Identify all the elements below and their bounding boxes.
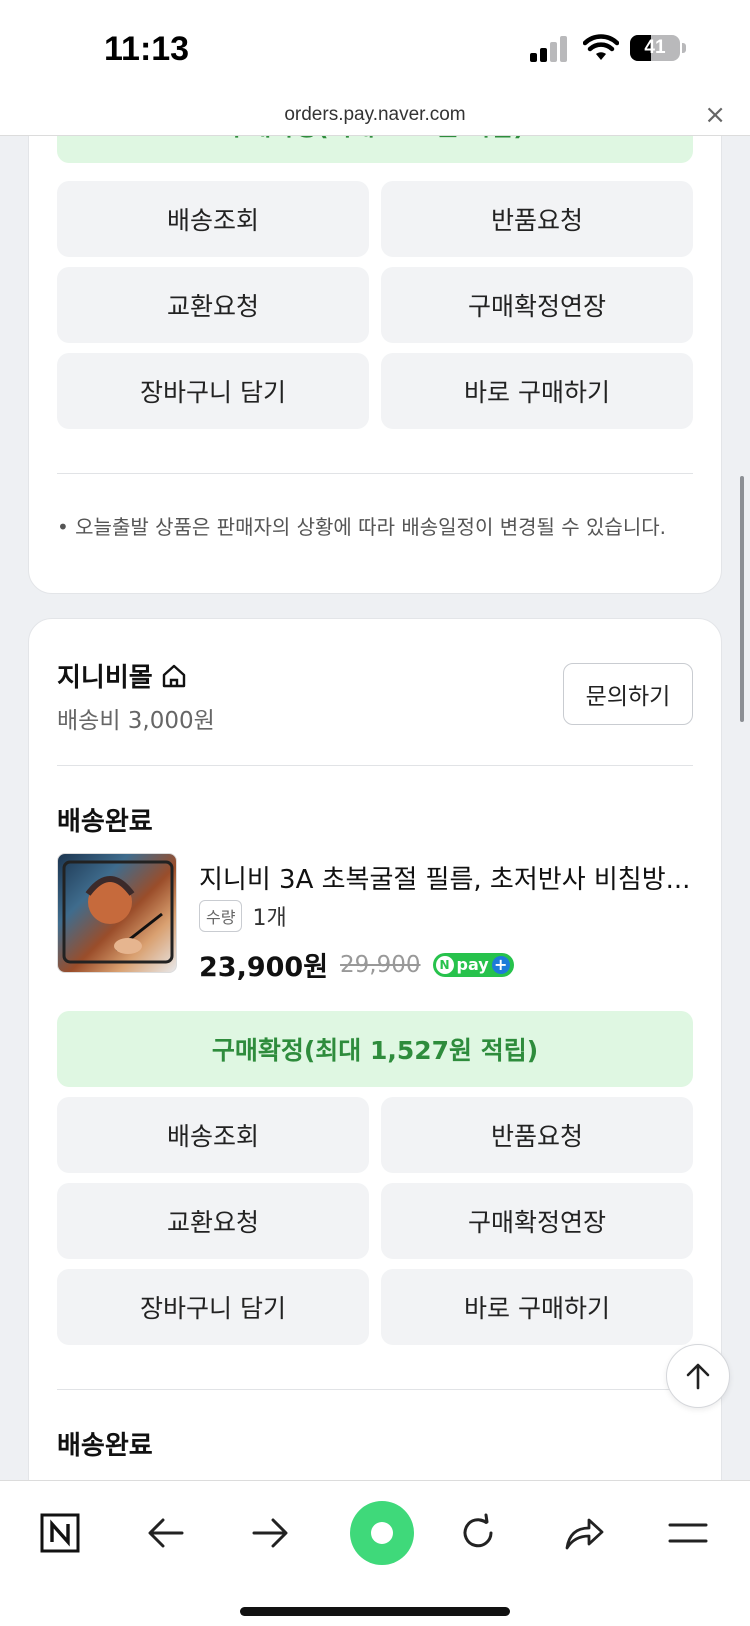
confirm-purchase-button[interactable]: 구매확정(최대 829원 적립) xyxy=(57,136,693,163)
order-card: 지니비몰 배송비 3,000원 문의하기 배송완료 지니비 3A 초복굴절 필름… xyxy=(28,618,722,1480)
seller-name[interactable]: 지니비몰 xyxy=(57,657,187,694)
track-delivery-button[interactable]: 배송조회 xyxy=(57,1097,369,1173)
share-icon[interactable] xyxy=(558,1507,610,1559)
battery-level: 41 xyxy=(644,37,666,58)
green-dot-icon[interactable] xyxy=(348,1499,416,1567)
npay-badge-text: pay xyxy=(456,955,489,974)
buy-now-button[interactable]: 바로 구매하기 xyxy=(381,353,693,429)
add-to-cart-button[interactable]: 장바구니 담기 xyxy=(57,1269,369,1345)
naver-home-icon[interactable] xyxy=(34,1507,86,1559)
divider xyxy=(57,1389,693,1390)
add-to-cart-button[interactable]: 장바구니 담기 xyxy=(57,353,369,429)
product-name[interactable]: 지니비 3A 초복굴절 필름, 초저반사 비침방... xyxy=(199,859,690,896)
status-bar: 11:13 41 xyxy=(0,0,750,96)
exchange-request-button[interactable]: 교환요청 xyxy=(57,1183,369,1259)
confirm-purchase-button[interactable]: 구매확정(최대 1,527원 적립) xyxy=(57,1011,693,1087)
sale-price: 23,900원 xyxy=(199,952,329,983)
scrollbar[interactable] xyxy=(740,476,744,722)
return-request-button[interactable]: 반품요청 xyxy=(381,181,693,257)
return-request-button[interactable]: 반품요청 xyxy=(381,1097,693,1173)
quantity-value: 1개 xyxy=(252,906,287,931)
product-thumbnail[interactable] xyxy=(57,853,177,973)
delivery-status: 배송완료 xyxy=(57,807,153,837)
npay-plus-badge: N pay + xyxy=(432,952,514,977)
shipping-notice: • 오늘출발 상품은 판매자의 상황에 따라 배송일정이 변경될 수 있습니다. xyxy=(57,511,666,540)
back-arrow-icon[interactable] xyxy=(140,1507,192,1559)
close-icon[interactable]: × xyxy=(704,100,726,130)
forward-arrow-icon[interactable] xyxy=(244,1507,296,1559)
page-content: 구매확정(최대 829원 적립) 배송조회 반품요청 교환요청 구매확정연장 장… xyxy=(0,136,750,1480)
quantity-label: 수량 xyxy=(199,900,243,932)
buy-now-button[interactable]: 바로 구매하기 xyxy=(381,1269,693,1345)
inquiry-button[interactable]: 문의하기 xyxy=(563,663,693,725)
home-indicator xyxy=(240,1607,510,1616)
divider xyxy=(57,765,693,766)
status-time: 11:13 xyxy=(104,30,190,68)
url-bar: orders.pay.naver.com × xyxy=(0,96,750,136)
order-card: 구매확정(최대 829원 적립) 배송조회 반품요청 교환요청 구매확정연장 장… xyxy=(28,136,722,594)
price-row: 23,900원 29,900 N pay + xyxy=(199,945,514,984)
exchange-request-button[interactable]: 교환요청 xyxy=(57,267,369,343)
menu-icon[interactable] xyxy=(662,1507,714,1559)
track-delivery-button[interactable]: 배송조회 xyxy=(57,181,369,257)
seller-name-text: 지니비몰 xyxy=(57,663,153,693)
battery-icon: 41 xyxy=(630,35,680,61)
bullet: • xyxy=(57,515,76,539)
extend-confirm-button[interactable]: 구매확정연장 xyxy=(381,1183,693,1259)
shipping-fee: 배송비 3,000원 xyxy=(57,708,215,734)
refresh-icon[interactable] xyxy=(452,1507,504,1559)
extend-confirm-button[interactable]: 구매확정연장 xyxy=(381,267,693,343)
wifi-icon xyxy=(583,34,619,60)
arrow-up-icon xyxy=(686,1363,710,1390)
shipping-notice-text: 오늘출발 상품은 판매자의 상황에 따라 배송일정이 변경될 수 있습니다. xyxy=(75,515,666,539)
delivery-status: 배송완료 xyxy=(57,1431,153,1461)
divider xyxy=(57,473,693,474)
browser-toolbar xyxy=(0,1480,750,1626)
product-quantity: 수량 1개 xyxy=(199,900,287,932)
scroll-to-top-button[interactable] xyxy=(666,1344,730,1408)
url-text[interactable]: orders.pay.naver.com xyxy=(0,104,750,126)
cellular-signal-icon xyxy=(530,36,570,62)
naver-n-icon: N xyxy=(435,955,454,974)
product-image xyxy=(62,860,174,964)
original-price: 29,900 xyxy=(340,951,421,978)
plus-icon: + xyxy=(491,955,510,974)
battery-cap xyxy=(682,43,686,53)
store-home-icon xyxy=(162,664,185,687)
